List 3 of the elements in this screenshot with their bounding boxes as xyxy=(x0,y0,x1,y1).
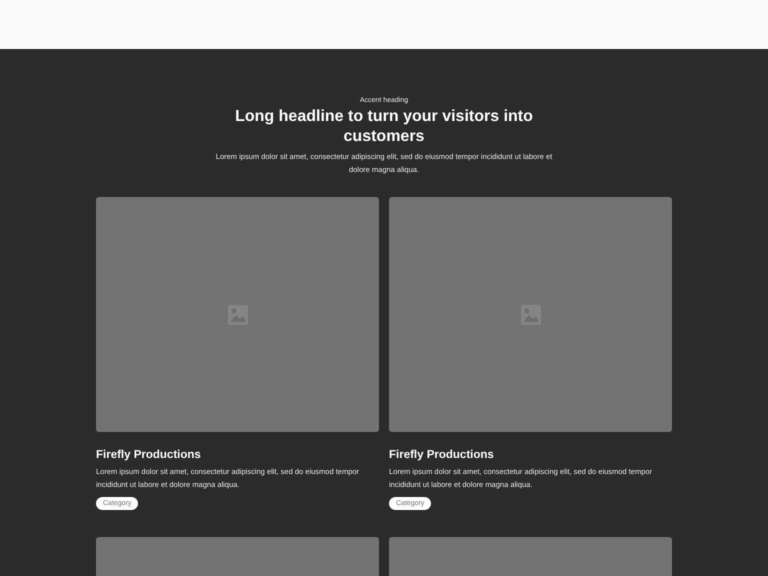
headline: Long headline to turn your visitors into customers xyxy=(234,107,534,147)
card-title: Firefly Productions xyxy=(389,449,495,461)
card-title: Firefly Productions xyxy=(96,449,202,461)
